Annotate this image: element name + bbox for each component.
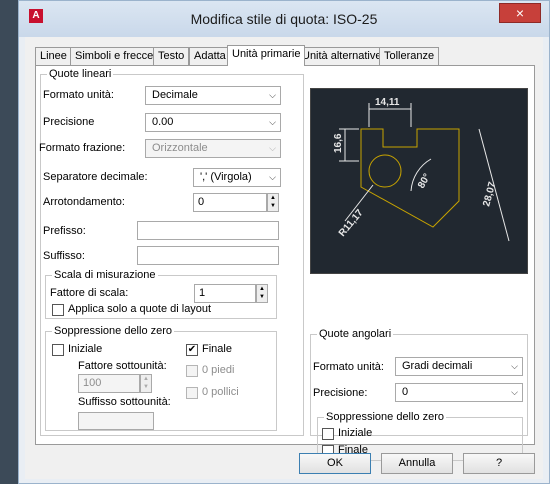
angular-group: Quote angolari Formato unità: Gradi deci… (310, 328, 528, 461)
zero-leading-checkbox[interactable] (52, 344, 64, 356)
close-button[interactable]: × (499, 3, 541, 23)
tab-panel-unita-primarie: Quote lineari Formato unità: Decimale ⌵ … (35, 65, 535, 461)
subunit-factor-input: 100 (78, 374, 140, 393)
spin-down-icon[interactable]: ▼ (268, 202, 278, 210)
tab-unita-alternative[interactable]: Unità alternative (297, 47, 387, 65)
spin-up-icon: ▲ (143, 376, 149, 382)
zero-suppression-group: Soppressione dello zero Iniziale ✔ Final… (45, 325, 277, 431)
chevron-down-icon: ⌵ (269, 90, 276, 100)
cancel-button[interactable]: Annulla (381, 453, 453, 474)
linear-group-title: Quote lineari (47, 68, 114, 80)
prefix-label: Prefisso: (43, 225, 86, 237)
angular-zero-leading-checkbox[interactable] (322, 428, 334, 440)
zero-feet-label: 0 piedi (202, 364, 235, 376)
chevron-down-icon: ⌵ (269, 172, 276, 182)
angular-precision-label: Precisione: (313, 387, 368, 399)
subunit-suffix-input (78, 412, 154, 430)
dim-right-text: 28,07 (481, 180, 498, 207)
angular-precision-value: 0 (402, 386, 409, 398)
tab-unita-primarie[interactable]: Unità primarie (227, 45, 306, 66)
dim-left-text: 16,6 (333, 133, 344, 153)
subunit-factor-label: Fattore sottounità: (78, 360, 167, 372)
zero-trailing-label: Finale (202, 343, 232, 355)
spin-up-icon[interactable]: ▲ (257, 285, 267, 293)
angular-unit-format-select[interactable]: Gradi decimali ⌵ (395, 357, 523, 376)
suffix-label: Suffisso: (43, 250, 85, 262)
layout-only-label: Applica solo a quote di layout (68, 303, 212, 315)
dimension-preview: 14,11 16,6 28,07 80° R11,17 (310, 88, 528, 274)
decimal-separator-label: Separatore decimale: (43, 171, 148, 183)
angular-zero-leading-label: Iniziale (338, 427, 373, 439)
preview-circle (368, 154, 402, 188)
tab-linee[interactable]: Linee (35, 47, 72, 65)
scale-factor-input[interactable]: 1 (194, 284, 256, 303)
angular-precision-select[interactable]: 0 ⌵ (395, 383, 523, 402)
zero-leading-label: Iniziale (68, 343, 103, 355)
dim-top-text: 14,11 (375, 97, 400, 108)
layout-only-checkbox[interactable] (52, 304, 64, 316)
rounding-input[interactable]: 0 (193, 193, 267, 212)
unit-format-value: Decimale (152, 89, 198, 101)
fraction-format-label: Formato frazione: (39, 142, 126, 154)
scale-factor-label: Fattore di scala: (50, 287, 129, 299)
help-button[interactable]: ? (463, 453, 535, 474)
spin-down-icon: ▼ (143, 384, 149, 390)
dialog-window: A Modifica stile di quota: ISO-25 × Line… (18, 0, 550, 484)
precision-value: 0.00 (152, 116, 174, 128)
linear-group: Quote lineari Formato unità: Decimale ⌵ … (39, 68, 304, 436)
unit-format-select[interactable]: Decimale ⌵ (145, 86, 281, 105)
chevron-down-icon: ⌵ (511, 387, 518, 397)
subunit-factor-spinner: ▲ ▼ (140, 374, 152, 393)
zero-suppression-title: Soppressione dello zero (52, 325, 175, 337)
rounding-label: Arrotondamento: (43, 196, 125, 208)
spin-up-icon[interactable]: ▲ (268, 194, 278, 202)
preview-dimension-lines (339, 103, 510, 242)
subunit-suffix-label: Suffisso sottounità: (78, 396, 171, 408)
dialog-body: Linee Simboli e frecce Testo Adatta Unit… (25, 37, 543, 479)
unit-format-label: Formato unità: (43, 89, 114, 101)
dim-angle-text: 80° (416, 172, 433, 191)
preview-shape (360, 128, 460, 228)
angular-zero-title: Soppressione dello zero (324, 411, 447, 423)
tab-adatta[interactable]: Adatta (189, 47, 231, 65)
chevron-down-icon: ⌵ (269, 117, 276, 127)
scale-group-title: Scala di misurazione (52, 269, 158, 281)
suffix-input[interactable] (137, 246, 279, 265)
angular-unit-format-label: Formato unità: (313, 361, 384, 373)
zero-inches-checkbox (186, 387, 198, 399)
rounding-spinner[interactable]: ▲ ▼ (267, 193, 279, 212)
tab-tolleranze[interactable]: Tolleranze (379, 47, 440, 65)
zero-inches-label: 0 pollici (202, 386, 239, 398)
scale-group: Scala di misurazione Fattore di scala: 1… (45, 269, 277, 319)
spin-down-icon[interactable]: ▼ (257, 293, 267, 301)
fraction-format-value: Orizzontale (152, 142, 208, 154)
title-bar[interactable]: A Modifica stile di quota: ISO-25 × (19, 1, 549, 37)
preview-drawing: 14,11 16,6 28,07 80° R11,17 (333, 97, 510, 242)
angular-unit-format-value: Gradi decimali (402, 360, 473, 372)
zero-trailing-checkbox[interactable]: ✔ (186, 344, 198, 356)
chevron-down-icon: ⌵ (511, 361, 518, 371)
chevron-down-icon: ⌵ (269, 143, 276, 153)
tab-testo[interactable]: Testo (153, 47, 190, 65)
prefix-input[interactable] (137, 221, 279, 240)
precision-select[interactable]: 0.00 ⌵ (145, 113, 281, 132)
precision-label: Precisione (43, 116, 95, 128)
tab-simboli-frecce[interactable]: Simboli e frecce (70, 47, 159, 65)
ok-button[interactable]: OK (299, 453, 371, 474)
fraction-format-select: Orizzontale ⌵ (145, 139, 281, 158)
angular-group-title: Quote angolari (317, 328, 394, 340)
scale-factor-spinner[interactable]: ▲ ▼ (256, 284, 268, 303)
decimal-separator-select[interactable]: ',' (Virgola) ⌵ (193, 168, 281, 187)
dialog-title: Modifica stile di quota: ISO-25 (190, 11, 378, 27)
zero-feet-checkbox (186, 365, 198, 377)
decimal-separator-value: ',' (Virgola) (200, 171, 252, 183)
preview-geometry (360, 128, 460, 228)
